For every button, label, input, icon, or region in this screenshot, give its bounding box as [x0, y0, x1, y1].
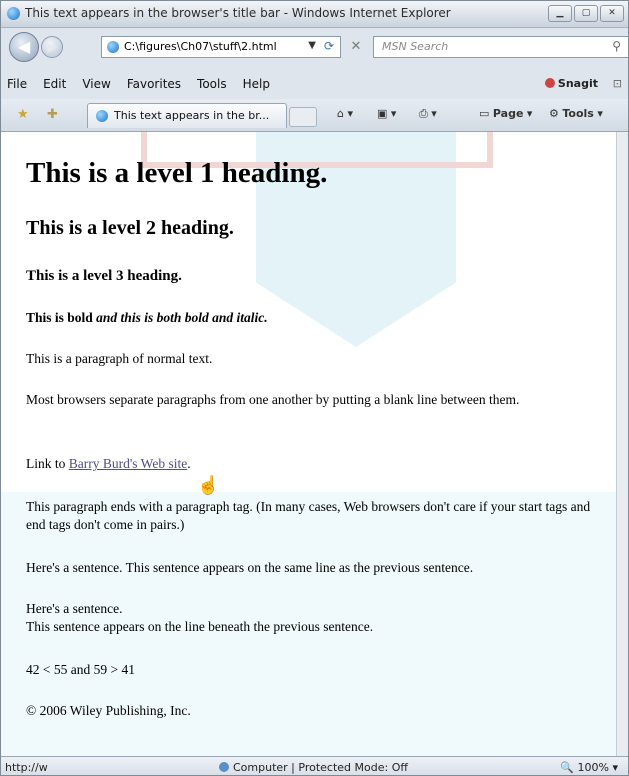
title-bar: This text appears in the browser's title… [1, 1, 628, 28]
hand-cursor-icon: ☝ [197, 475, 220, 495]
print-icon[interactable]: ⎙ ▾ [419, 107, 437, 121]
tab-page-icon [96, 110, 108, 122]
search-icon[interactable]: ⚲ [612, 39, 621, 53]
zoom-control[interactable]: 🔍 100% ▾ [560, 761, 618, 774]
maximize-button[interactable]: ▢ [574, 5, 598, 22]
forward-button[interactable]: ▶ [41, 36, 63, 58]
bold-text: This is bold [26, 310, 97, 325]
paragraph-end-tag: This paragraph ends with a paragraph tag… [26, 499, 591, 532]
browser-window: This text appears in the browser's title… [0, 0, 629, 776]
paragraph-entities: 42 < 55 and 59 > 41 [26, 662, 135, 677]
tools-menu-button[interactable]: ⚙ Tools ▾ [549, 107, 603, 120]
feeds-icon[interactable]: ▣ ▾ [377, 107, 396, 120]
link-paragraph: Link to Barry Burd's Web site. [26, 455, 601, 473]
menu-favorites[interactable]: Favorites [127, 77, 181, 91]
stop-icon[interactable]: ✕ [347, 38, 365, 56]
paragraph-spacing: Most browsers separate paragraphs from o… [26, 392, 520, 407]
page-content: This is a level 1 heading. This is a lev… [1, 132, 618, 756]
tab-title: This text appears in the br... [114, 109, 270, 122]
minimize-button[interactable]: ▁ [548, 5, 572, 22]
favorites-star-icon[interactable]: ★ [17, 107, 29, 122]
new-tab-button[interactable] [289, 107, 317, 127]
refresh-icon[interactable]: ⟳ [324, 39, 334, 53]
heading-level-1: This is a level 1 heading. [26, 157, 328, 189]
snagit-window-icon[interactable]: ⊡ [613, 77, 622, 90]
search-placeholder: MSN Search [382, 40, 449, 53]
menu-tools[interactable]: Tools [197, 77, 227, 91]
computer-zone-icon [219, 762, 229, 772]
copyright-text: © 2006 Wiley Publishing, Inc. [26, 703, 191, 718]
heading-level-3: This is a level 3 heading. [26, 268, 182, 284]
menu-view[interactable]: View [82, 77, 110, 91]
back-button[interactable]: ◀ [9, 32, 39, 62]
home-icon[interactable]: ⌂ ▾ [337, 107, 353, 120]
ie-logo-icon [7, 7, 20, 20]
address-row: ◀ ▶ C:\figures\Ch07\stuff\2.html ▼ ⟳ ✕ M… [1, 28, 628, 64]
link-prefix: Link to [26, 456, 69, 471]
bold-italic-text: and this is both bold and italic. [96, 310, 268, 325]
status-url: http://w [5, 761, 48, 774]
window-controls: ▁ ▢ ✕ [548, 5, 624, 22]
paragraph-line-break: Here's a sentence. This sentence appears … [26, 600, 601, 636]
search-input[interactable]: MSN Search ⚲ [373, 36, 628, 58]
add-favorites-icon[interactable]: ✚ [47, 107, 58, 122]
snagit-label: Snagit [557, 77, 598, 90]
zoom-level: 100% [577, 761, 609, 774]
menu-edit[interactable]: Edit [43, 77, 66, 91]
page-menu-label: Page [492, 107, 524, 120]
paragraph-normal: This is a paragraph of normal text. [26, 351, 213, 366]
bold-paragraph: This is bold and this is both bold and i… [26, 309, 601, 327]
close-button[interactable]: ✕ [600, 5, 624, 22]
page-icon [107, 41, 119, 53]
chevron-down-icon[interactable]: ▼ [308, 40, 316, 51]
sentence-line-1: Here's a sentence. [26, 601, 123, 616]
security-zone-label: Computer | Protected Mode: Off [233, 761, 408, 774]
menu-file[interactable]: File [7, 77, 27, 91]
address-bar[interactable]: C:\figures\Ch07\stuff\2.html ▼ ⟳ [101, 36, 341, 58]
snagit-button[interactable]: Snagit [544, 77, 598, 90]
menu-help[interactable]: Help [243, 77, 270, 91]
snagit-icon [544, 78, 555, 88]
heading-level-2: This is a level 2 heading. [26, 217, 234, 239]
sentence-line-2: This sentence appears on the line beneat… [26, 619, 374, 634]
page-menu-button[interactable]: ▭ Page ▾ [479, 107, 532, 120]
tab-bar: ★ ✚ This text appears in the br... ⌂ ▾ ▣… [1, 99, 628, 132]
status-bar: http://w Computer | Protected Mode: Off … [1, 756, 628, 775]
security-zone[interactable]: Computer | Protected Mode: Off [219, 761, 408, 774]
paragraph-same-line: Here's a sentence. This sentence appears… [26, 560, 474, 575]
barry-burd-link[interactable]: Barry Burd's Web site [69, 456, 187, 471]
vertical-scrollbar[interactable] [616, 132, 628, 756]
tools-menu-label: Tools [562, 107, 594, 120]
window-title: This text appears in the browser's title… [25, 6, 451, 20]
link-suffix: . [187, 456, 191, 471]
tab-current[interactable]: This text appears in the br... [87, 103, 287, 128]
address-url: C:\figures\Ch07\stuff\2.html [124, 40, 277, 53]
menu-bar: File Edit View Favorites Tools Help Snag… [1, 74, 628, 96]
